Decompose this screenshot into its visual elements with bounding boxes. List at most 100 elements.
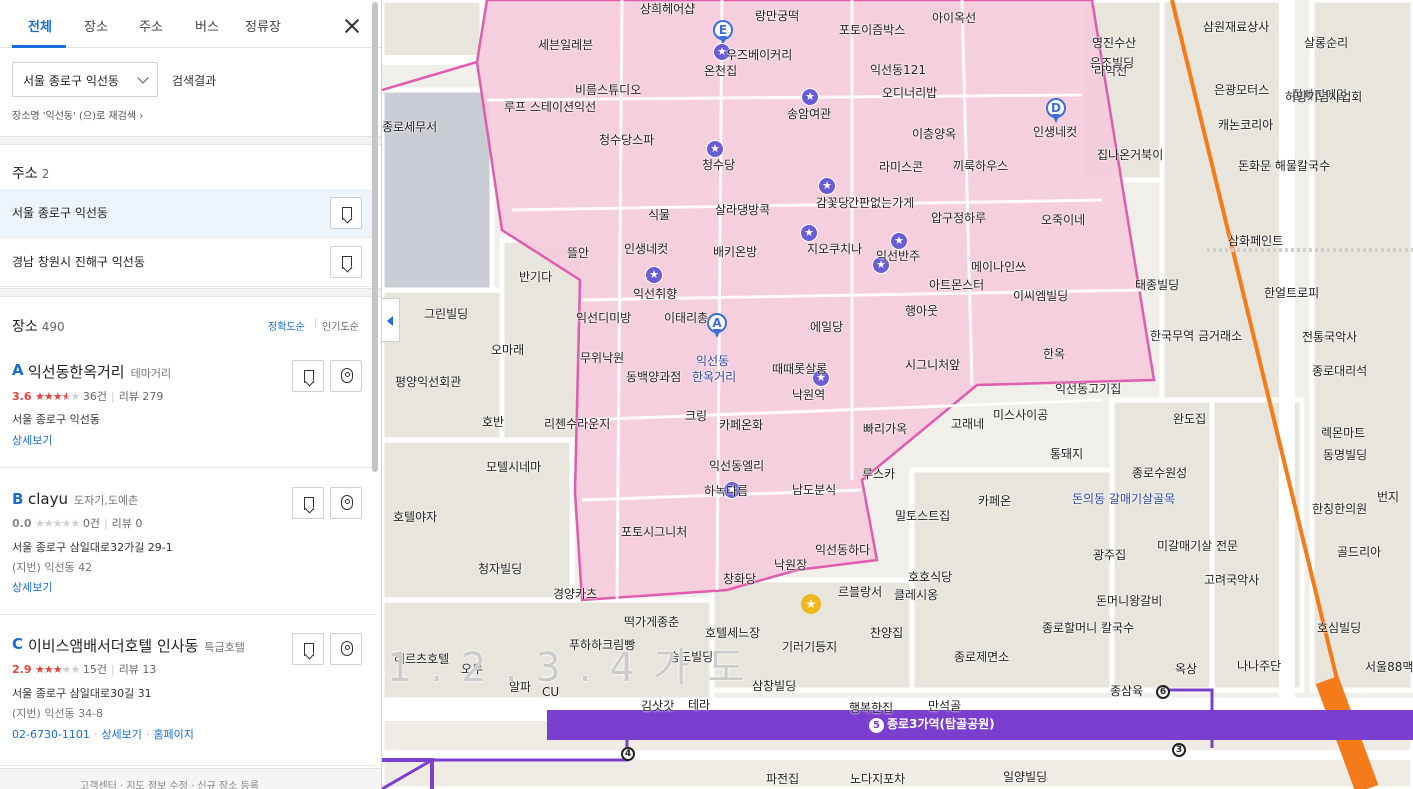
map-label[interactable]: 고래네 <box>951 415 984 432</box>
map-label[interactable]: 미스사이공 <box>993 406 1048 423</box>
map-label[interactable]: 번지 <box>1377 488 1399 505</box>
map-label[interactable]: 미갈매기살 전문 <box>1157 537 1238 554</box>
place-name[interactable]: 익선동한옥거리 테마거리 <box>28 361 171 382</box>
map-label[interactable]: 동백양과점 <box>626 368 681 385</box>
map-label[interactable]: 라미스콘 <box>879 158 923 175</box>
panel-collapse-button[interactable] <box>382 298 400 342</box>
map-label[interactable]: 종로수원성 <box>1132 464 1187 481</box>
map-label[interactable]: 행복한집 <box>849 699 893 716</box>
map-label[interactable]: 종로세무서 <box>382 118 437 135</box>
map-label[interactable]: 압구정하루 <box>931 209 986 226</box>
map-label[interactable]: 감꽃당 <box>816 194 849 211</box>
map-label[interactable]: 한국무역 금거래소 <box>1150 327 1242 344</box>
map-label[interactable]: 세븐일레븐 <box>538 36 593 53</box>
map-label[interactable]: 한칭한의원 <box>1312 500 1367 517</box>
detail-link[interactable]: 상세보기 <box>12 432 52 448</box>
map-label[interactable]: 아이옥선 <box>932 9 976 26</box>
map-label[interactable]: 영진수산 <box>1092 34 1136 51</box>
map-label[interactable]: 랑만궁떡 <box>755 7 799 24</box>
map-label[interactable]: 송암여관 <box>787 105 831 122</box>
map-label[interactable]: 그린빌딩 <box>424 305 468 322</box>
map-label[interactable]: 떡가게종춘 <box>624 613 679 630</box>
map-label[interactable]: 간판없는가게 <box>848 194 914 211</box>
favorite-star-icon[interactable]: ★ <box>818 177 836 195</box>
tab-bus-stop[interactable]: 정류장 <box>245 16 281 35</box>
map-label[interactable]: 메이나인쓰 <box>971 258 1026 275</box>
map-label[interactable]: 테라 <box>688 696 710 713</box>
favorite-star-icon[interactable]: ★ <box>645 266 663 284</box>
map-label[interactable]: 남도분식 <box>792 481 836 498</box>
map-label[interactable]: 온천집 <box>704 62 737 79</box>
map-label[interactable]: 창화당 <box>723 570 756 587</box>
map-label[interactable]: 파전집 <box>766 770 799 787</box>
map-canvas[interactable]: 5 종로3가역(탑골공원) 6 4 3 익선동 한옥거리 A D E ★ ★ ★ … <box>382 0 1413 789</box>
region-select[interactable]: 서울 종로구 익선동 <box>12 62 158 97</box>
map-label[interactable]: 오디너리밥 <box>882 84 937 101</box>
map-label[interactable]: 리첸수라운지 <box>544 415 610 432</box>
map-label[interactable]: 익선취향 <box>633 285 677 302</box>
map-label[interactable]: 광주집 <box>1093 546 1126 563</box>
map-label[interactable]: 통돼지 <box>1050 445 1083 462</box>
map-label[interactable]: 살롱순리 <box>1304 34 1348 51</box>
map-label[interactable]: 호텔야자 <box>393 508 437 525</box>
bookmark-button[interactable] <box>330 197 362 229</box>
map-label[interactable]: 카페온화 <box>719 416 763 433</box>
map-label[interactable]: 렉몬마트 <box>1321 424 1365 441</box>
map-label[interactable]: 나나주단 <box>1237 657 1281 674</box>
detail-link-text[interactable]: 상세보기 <box>12 434 52 447</box>
map-label[interactable]: 종로제면소 <box>954 648 1009 665</box>
bookmark-button[interactable] <box>292 360 324 392</box>
place-name[interactable]: clayu 도자기,도예촌 <box>28 490 138 508</box>
map-label[interactable]: 크링 <box>685 407 707 424</box>
tab-all[interactable]: 전체 <box>28 16 52 35</box>
map-label[interactable]: 낙원역 <box>792 386 825 403</box>
route-button[interactable] <box>330 487 362 519</box>
map-label[interactable]: 인생네컷 <box>624 240 668 257</box>
map-label[interactable]: 집나온거북이 <box>1097 146 1163 163</box>
sort-accuracy-button[interactable]: 정확도순 <box>268 318 305 333</box>
map-label[interactable]: 루스카 <box>862 465 895 482</box>
gold-star-icon[interactable]: ★ <box>801 594 821 614</box>
favorite-star-icon[interactable]: ★ <box>801 88 819 106</box>
map-label[interactable]: 상희헤어샵 <box>640 0 695 17</box>
map-label[interactable]: 클레시옹 <box>894 586 938 603</box>
phone-link[interactable]: 02-6730-1101 <box>12 728 90 741</box>
homepage-link[interactable]: 홈페이지 <box>153 728 193 741</box>
map-label[interactable]: 돈의동 갈매기살골목 <box>1072 490 1175 507</box>
route-button[interactable] <box>330 360 362 392</box>
map-label[interactable]: 돈화문 해물칼국수 <box>1238 157 1330 174</box>
map-label[interactable]: 은광모터스 <box>1214 81 1269 98</box>
map-label[interactable]: 일양빌딩 <box>1003 768 1047 785</box>
detail-link[interactable]: 상세보기 <box>101 728 141 741</box>
map-label[interactable]: 종로할머니 칼국수 <box>1042 619 1134 636</box>
map-label[interactable]: 포토이즘박스 <box>839 21 905 38</box>
subway-station-label[interactable]: 5 종로3가역(탑골공원) <box>869 715 995 733</box>
map-label[interactable]: 종로대리석 <box>1312 362 1367 379</box>
place-name[interactable]: 이비스앰배서더호텔 인사동 특급호텔 <box>28 635 245 656</box>
map-label[interactable]: 이태리총 <box>664 309 708 326</box>
map-label[interactable]: 배키온방 <box>713 243 757 260</box>
map-label[interactable]: 삼원재료상사 <box>1203 18 1269 35</box>
tab-places[interactable]: 장소 <box>84 16 108 35</box>
map-label[interactable]: 호호식당 <box>908 568 952 585</box>
map-label[interactable]: 하녹다름 <box>704 482 748 499</box>
map-label[interactable]: 동명빌딩 <box>1323 446 1367 463</box>
place-marker-d[interactable]: D <box>1046 98 1066 124</box>
map-label[interactable]: 종삼육 <box>1110 682 1143 699</box>
map-label[interactable]: 포토시그니처 <box>621 523 687 540</box>
map-label[interactable]: 찬양집 <box>870 624 903 641</box>
map-label[interactable]: 허밍기념사업회 <box>1285 88 1362 105</box>
bookmark-button[interactable] <box>292 633 324 665</box>
map-label[interactable]: 청자빌딩 <box>478 560 522 577</box>
map-label[interactable]: 1.2.3.4가도 <box>387 635 763 693</box>
map-label[interactable]: 익선디미방 <box>576 309 631 326</box>
map-label[interactable]: 카페온 <box>978 492 1011 509</box>
map-label[interactable]: 호반 <box>482 413 504 430</box>
research-link[interactable]: 장소명 '익선동' (으)로 재검색 › <box>12 107 143 122</box>
panel-scrollbar[interactable] <box>372 2 378 472</box>
map-label[interactable]: 에일당 <box>810 318 843 335</box>
map-label[interactable]: 청수당스파 <box>599 131 654 148</box>
map-label[interactable]: 호심빌딩 <box>1317 619 1361 636</box>
map-label[interactable]: 라익선 <box>1094 62 1127 79</box>
map-label[interactable]: 무위낙원 <box>580 349 624 366</box>
